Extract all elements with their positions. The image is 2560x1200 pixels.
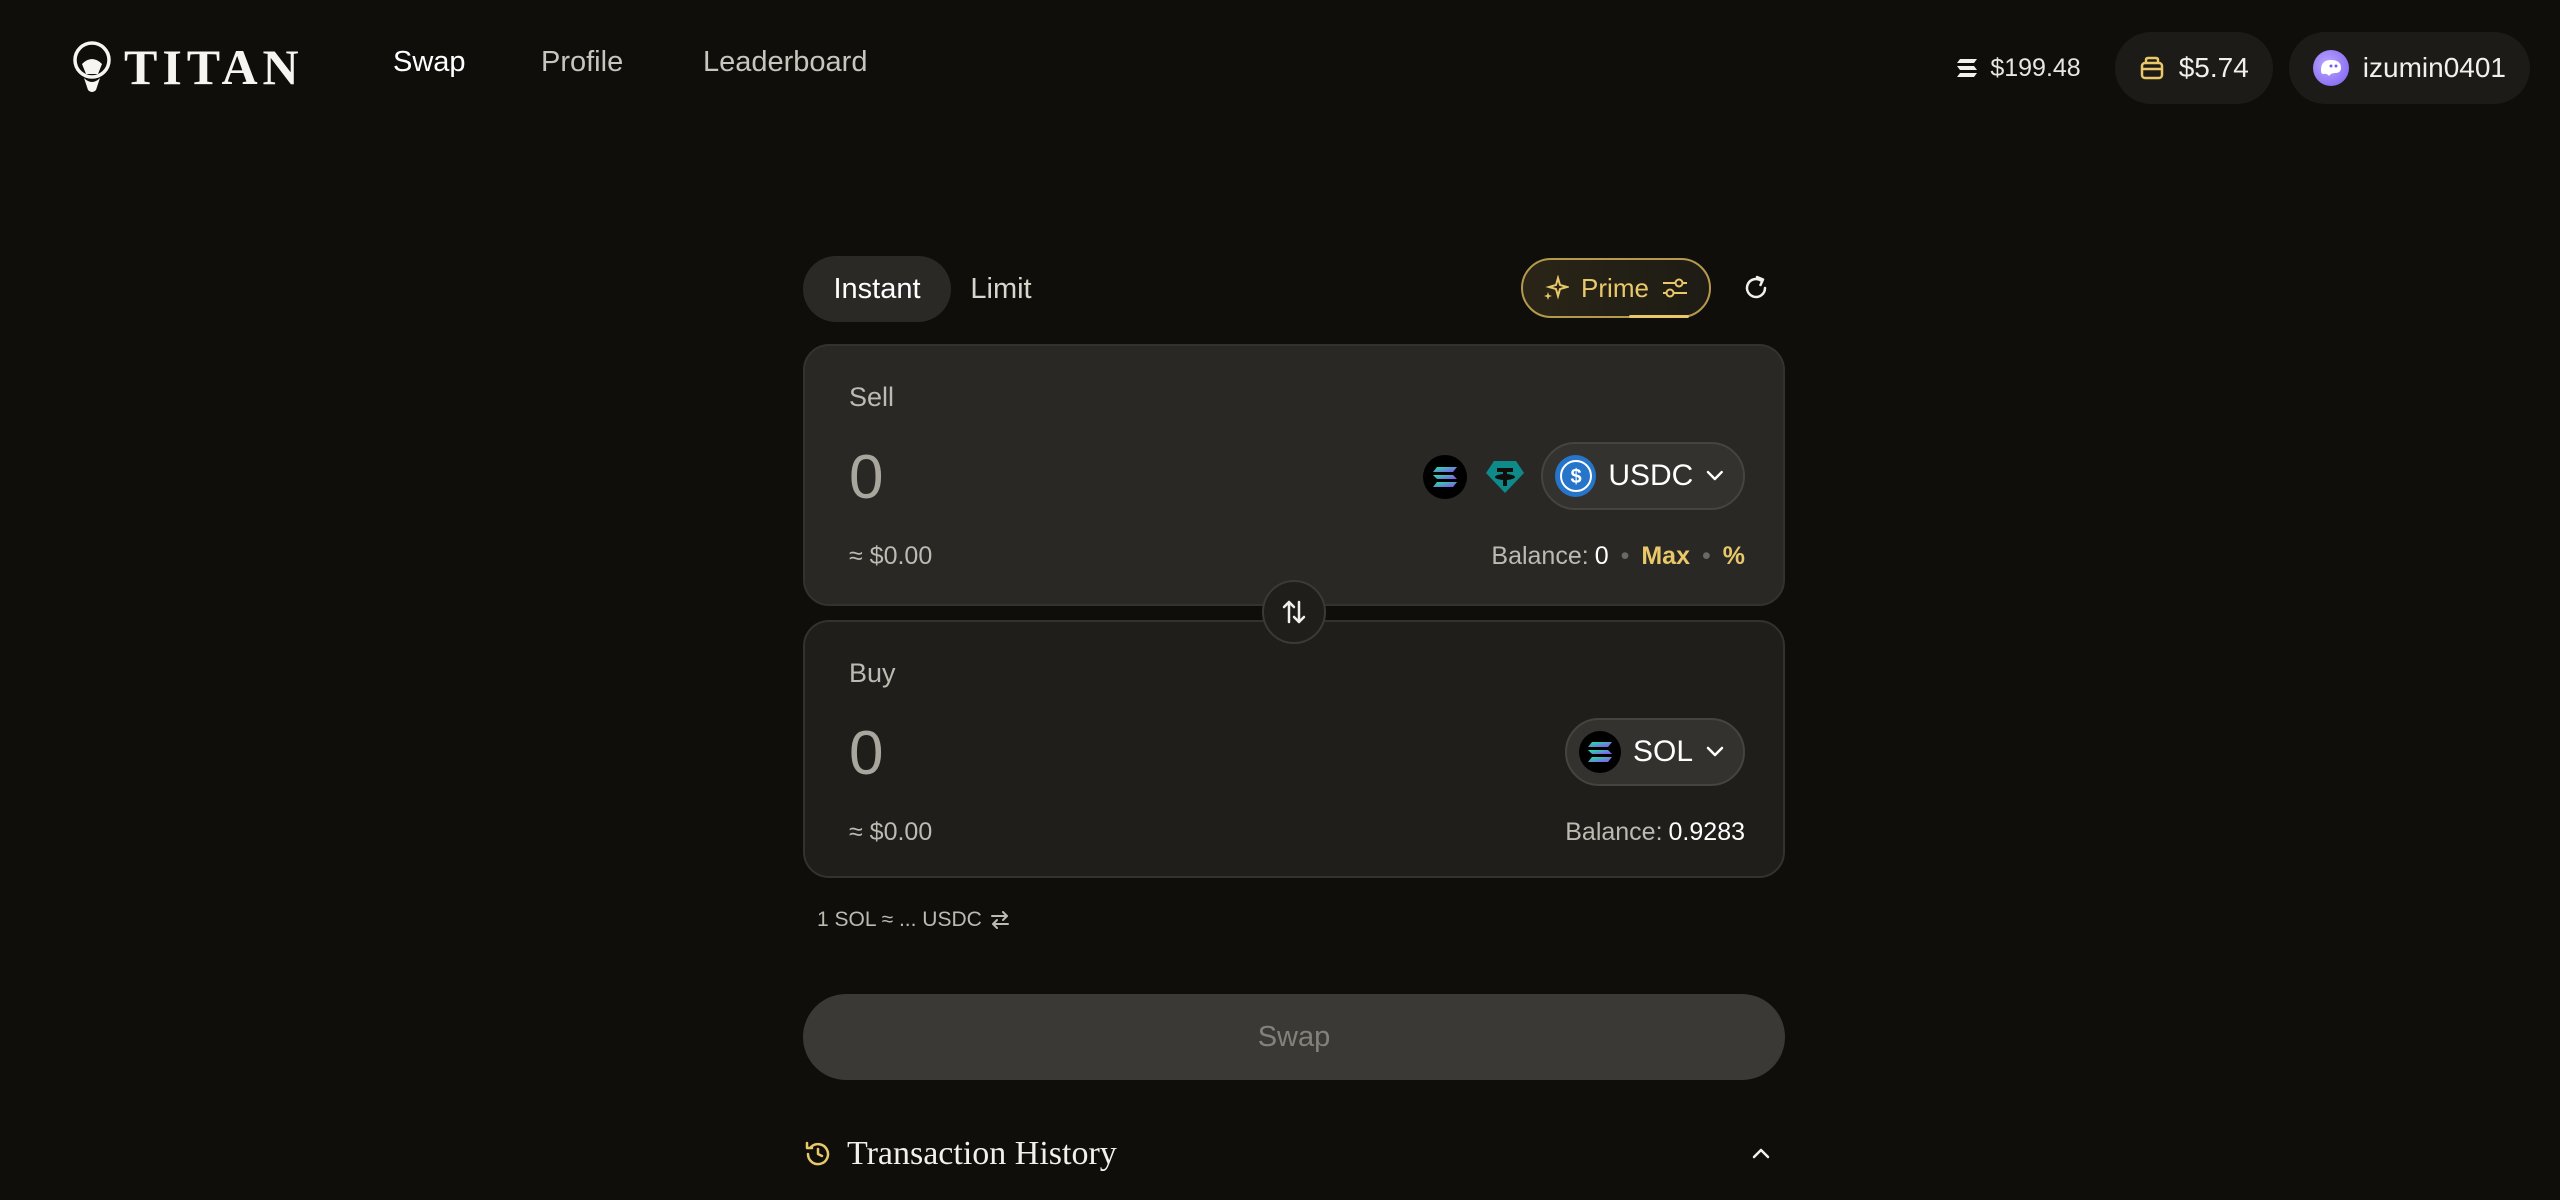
percent-button[interactable]: %	[1723, 542, 1745, 571]
history-clock-icon	[805, 1141, 830, 1166]
sell-token-symbol: USDC	[1608, 459, 1694, 492]
refresh-icon	[1745, 275, 1767, 299]
buy-token-symbol: SOL	[1632, 735, 1694, 768]
swap-submit-button[interactable]: Swap	[803, 994, 1785, 1080]
swap-arrows-icon	[1282, 600, 1306, 624]
buy-balance: Balance: 0.9283	[1565, 818, 1745, 847]
sliders-icon	[1662, 278, 1687, 298]
transaction-history-title: Transaction History	[847, 1135, 1117, 1172]
titan-logo[interactable]: TITAN	[70, 38, 304, 96]
sell-balance: Balance: 0 • Max • %	[1491, 542, 1745, 571]
chevron-down-icon	[1707, 470, 1724, 481]
sell-usd-value: ≈ $0.00	[849, 542, 933, 570]
buy-card: Buy 0 ≈ $0.00 SOL Balance: 0.9283	[803, 620, 1785, 878]
usdc-icon: $	[1555, 455, 1597, 497]
wallet-balance-button[interactable]: $5.74	[2114, 32, 2273, 104]
buy-label: Buy	[849, 658, 896, 688]
titan-logo-icon	[73, 41, 111, 92]
top-navbar: TITAN Swap Profile Leaderboard $199.48 $…	[0, 0, 2560, 134]
order-type-tabs: Instant Limit Prime	[803, 256, 1785, 322]
tab-instant[interactable]: Instant	[803, 256, 951, 322]
swap-panel: Instant Limit Prime Sell 0 ≈ $0.00 $ USD…	[803, 256, 1785, 1172]
main-nav: Swap Profile Leaderboard	[393, 46, 867, 79]
nav-swap[interactable]: Swap	[393, 46, 541, 79]
buy-usd-value: ≈ $0.00	[849, 818, 933, 846]
solana-icon	[1433, 467, 1457, 487]
solana-icon	[1579, 731, 1621, 773]
exchange-rate-text: 1 SOL ≈ ... USDC	[817, 908, 982, 931]
transaction-history-toggle[interactable]: Transaction History	[803, 1126, 1785, 1182]
avatar	[2312, 50, 2349, 86]
tab-limit[interactable]: Limit	[951, 256, 1051, 322]
separator-dot: •	[1702, 542, 1711, 570]
chevron-down-icon	[1706, 746, 1724, 757]
sell-balance-value: 0	[1594, 542, 1609, 570]
switch-direction-button[interactable]	[1262, 580, 1326, 644]
wallet-icon	[2140, 56, 2163, 80]
username: izumin0401	[2362, 52, 2506, 83]
header-right: $199.48 $5.74 izumin0401	[1956, 32, 2530, 104]
refresh-button[interactable]	[1739, 271, 1773, 305]
quick-token-sol[interactable]	[1423, 455, 1467, 499]
tether-icon	[1486, 461, 1524, 493]
solana-icon	[1957, 59, 1978, 77]
nav-profile[interactable]: Profile	[541, 46, 703, 79]
quick-token-usdt[interactable]	[1483, 455, 1527, 499]
sell-amount-input[interactable]: 0	[849, 442, 883, 513]
quick-token-select	[1423, 455, 1527, 499]
account-button[interactable]: izumin0401	[2288, 32, 2530, 104]
separator-dot: •	[1620, 542, 1630, 570]
brand-name: TITAN	[124, 39, 304, 95]
sell-label: Sell	[849, 382, 895, 412]
sparkle-icon	[1544, 275, 1570, 300]
prime-label: Prime	[1581, 272, 1649, 303]
svg-text:$: $	[1570, 466, 1581, 488]
nav-leaderboard[interactable]: Leaderboard	[703, 46, 867, 79]
prime-settings-button[interactable]: Prime	[1521, 258, 1711, 318]
sell-token-select[interactable]: $ USDC	[1541, 442, 1745, 510]
buy-amount-input[interactable]: 0	[849, 718, 883, 789]
buy-balance-label: Balance:	[1565, 818, 1663, 846]
prime-underline	[1629, 315, 1689, 318]
max-button[interactable]: Max	[1641, 542, 1690, 571]
buy-token-select[interactable]: SOL	[1565, 718, 1745, 786]
sell-balance-label: Balance:	[1491, 542, 1589, 570]
phantom-ghost-icon	[2320, 60, 2341, 76]
buy-balance-value: 0.9283	[1668, 818, 1745, 846]
exchange-rate: 1 SOL ≈ ... USDC	[817, 908, 1010, 932]
sol-price-indicator: $199.48	[1956, 32, 2114, 104]
chevron-up-icon[interactable]	[1747, 1140, 1775, 1168]
wallet-balance-value: $5.74	[2178, 52, 2249, 83]
sol-price-value: $199.48	[1990, 53, 2081, 82]
sell-card: Sell 0 ≈ $0.00 $ USDC Balance: 0 • Max •…	[803, 344, 1785, 606]
invert-rate-icon[interactable]	[990, 911, 1010, 929]
